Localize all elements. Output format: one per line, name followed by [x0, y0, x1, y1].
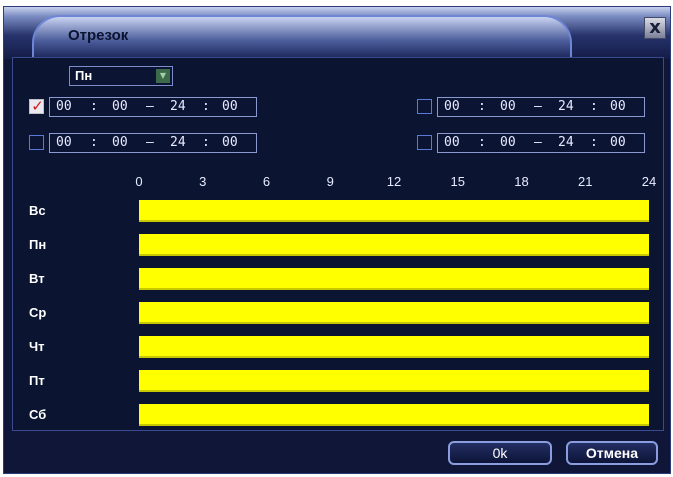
cancel-button[interactable]: Отмена	[566, 441, 658, 465]
time-colon: :	[590, 135, 598, 150]
day-select[interactable]: Пн ▼	[69, 66, 173, 86]
hour-tick: 0	[135, 174, 143, 189]
hour-tick: 18	[514, 174, 529, 189]
schedule-bar-tue[interactable]	[139, 268, 649, 290]
time-colon: :	[90, 99, 98, 114]
day-select-value: Пн	[75, 68, 93, 83]
day-label-sun: Вс	[29, 203, 46, 218]
button-bar: 0k Отмена	[12, 439, 664, 469]
time-dash: –	[534, 135, 542, 150]
chevron-down-icon[interactable]: ▼	[156, 69, 170, 83]
title-bar: Отрезок x	[4, 7, 670, 59]
period-4-checkbox[interactable]	[417, 135, 432, 150]
day-label-fri: Пт	[29, 373, 45, 388]
period-1-start-hour: 00	[56, 99, 72, 114]
period-1-checkbox[interactable]: ✓	[29, 97, 44, 115]
schedule-dialog: Отрезок x Пн ▼ ✓ 00 : 00 – 24 : 00 00 : …	[3, 6, 671, 474]
period-1-end-hour: 24	[170, 99, 186, 114]
hour-tick: 21	[578, 174, 593, 189]
period-3-end-hour: 24	[170, 135, 186, 150]
hour-tick: 6	[262, 174, 271, 189]
ok-button[interactable]: 0k	[448, 441, 552, 465]
time-colon: :	[202, 135, 210, 150]
period-4-end-hour: 24	[558, 135, 574, 150]
schedule-bar-sun[interactable]	[139, 200, 649, 222]
period-3-checkbox[interactable]	[29, 135, 44, 150]
period-1-start-minute: 00	[112, 99, 128, 114]
time-dash: –	[146, 135, 154, 150]
day-label-wed: Ср	[29, 305, 47, 320]
time-colon: :	[90, 135, 98, 150]
period-2-time-field[interactable]: 00 : 00 – 24 : 00	[437, 97, 645, 117]
period-4-end-minute: 00	[610, 135, 626, 150]
time-dash: –	[146, 99, 154, 114]
period-2-checkbox[interactable]	[417, 99, 432, 114]
hour-tick: 24	[641, 174, 657, 189]
schedule-panel: Пн ▼ ✓ 00 : 00 – 24 : 00 00 : 00 – 24 : …	[12, 57, 664, 431]
hour-tick: 12	[386, 174, 402, 189]
hour-tick: 9	[326, 174, 334, 189]
dialog-title: Отрезок	[68, 27, 129, 44]
period-1-end-minute: 00	[222, 99, 238, 114]
schedule-bar-wed[interactable]	[139, 302, 649, 324]
period-1-time-field[interactable]: 00 : 00 – 24 : 00	[49, 97, 257, 117]
period-3-start-hour: 00	[56, 135, 72, 150]
time-colon: :	[202, 99, 210, 114]
hour-tick: 15	[450, 174, 465, 189]
time-colon: :	[478, 99, 486, 114]
period-3-time-field[interactable]: 00 : 00 – 24 : 00	[49, 133, 257, 153]
schedule-bar-thu[interactable]	[139, 336, 649, 358]
day-label-mon: Пн	[29, 237, 47, 252]
time-colon: :	[590, 99, 598, 114]
period-2-start-hour: 00	[444, 99, 460, 114]
schedule-bar-mon[interactable]	[139, 234, 649, 256]
schedule-bar-sat[interactable]	[139, 404, 649, 426]
period-4-start-hour: 00	[444, 135, 460, 150]
period-4-start-minute: 00	[500, 135, 516, 150]
close-button[interactable]: x	[644, 17, 666, 39]
period-2-start-minute: 00	[500, 99, 516, 114]
period-2-end-hour: 24	[558, 99, 574, 114]
day-label-tue: Вт	[29, 271, 45, 286]
period-3-end-minute: 00	[222, 135, 238, 150]
hour-tick: 3	[199, 174, 207, 189]
schedule-bar-fri[interactable]	[139, 370, 649, 392]
period-2-end-minute: 00	[610, 99, 626, 114]
time-dash: –	[534, 99, 542, 114]
day-label-sat: Сб	[29, 407, 47, 422]
checkmark-icon: ✓	[31, 97, 44, 115]
time-colon: :	[478, 135, 486, 150]
day-label-thu: Чт	[29, 339, 45, 354]
period-4-time-field[interactable]: 00 : 00 – 24 : 00	[437, 133, 645, 153]
period-3-start-minute: 00	[112, 135, 128, 150]
